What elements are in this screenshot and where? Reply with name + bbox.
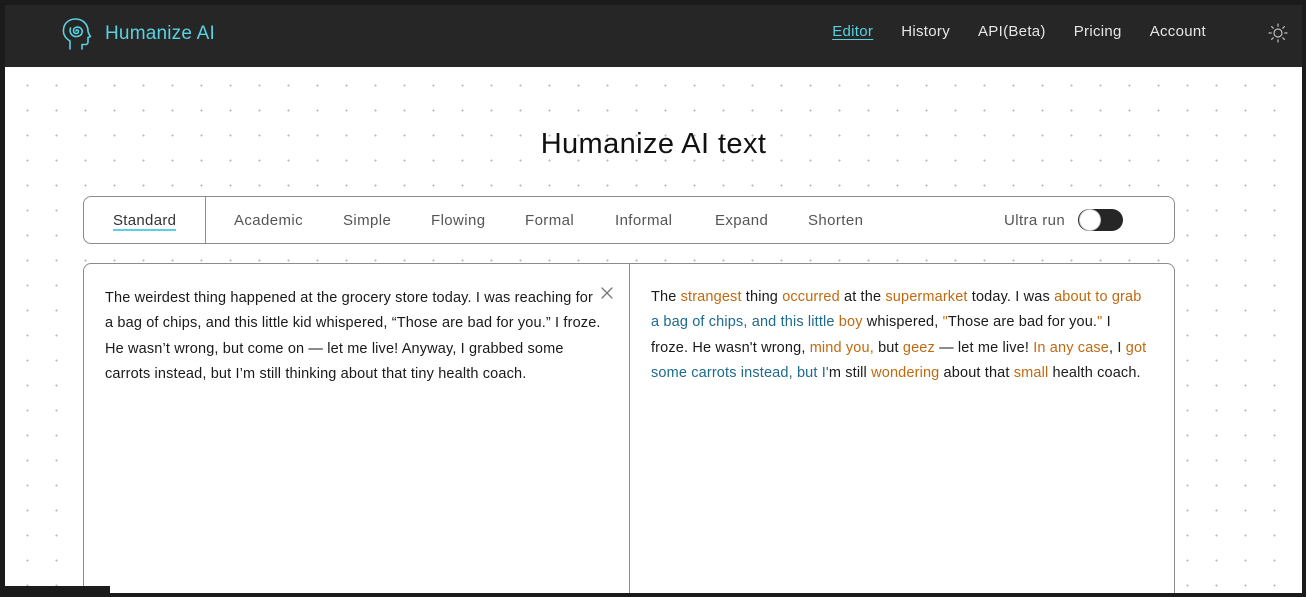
- output-segment-changed: geez: [902, 339, 935, 356]
- output-segment-plain: about that: [939, 365, 1014, 382]
- output-segment-changed: mind you,: [809, 339, 874, 356]
- output-segment-changed: boy: [838, 314, 863, 331]
- mode-tab-academic[interactable]: Academic: [234, 212, 303, 229]
- brand-name: Humanize AI: [105, 23, 215, 44]
- mode-tab-formal[interactable]: Formal: [525, 212, 574, 229]
- main-nav: Editor History API(Beta) Pricing Account: [832, 23, 1206, 40]
- mode-tab-expand[interactable]: Expand: [715, 212, 768, 229]
- output-segment-changed: strangest: [680, 289, 742, 305]
- output-segment-changed: In any case: [1033, 339, 1110, 356]
- output-segment-changed: small: [1013, 365, 1049, 382]
- output-segment-moved: a bag of chips, and this little: [651, 314, 839, 331]
- output-segment-changed: got: [1125, 339, 1147, 356]
- nav-editor[interactable]: Editor: [832, 23, 873, 40]
- nav-account[interactable]: Account: [1150, 23, 1206, 40]
- nav-history[interactable]: History: [901, 23, 950, 40]
- output-segment-plain: whispered,: [862, 314, 943, 331]
- output-text-area[interactable]: The strangest thing occurred at the supe…: [651, 285, 1151, 387]
- output-segment-plain: Those are bad for you.: [947, 314, 1098, 331]
- pane-divider: [629, 264, 630, 593]
- mode-tab-simple[interactable]: Simple: [343, 212, 391, 229]
- editor-panel: The weirdest thing happened at the groce…: [83, 263, 1175, 593]
- ultra-run-label: Ultra run: [1004, 212, 1066, 229]
- output-segment-moved: some carrots instead, but I': [651, 365, 829, 382]
- output-segment-plain: today. I was: [967, 289, 1055, 305]
- output-segment-changed: occurred: [782, 289, 840, 305]
- output-segment-changed: wondering: [871, 365, 940, 382]
- mode-tab-informal[interactable]: Informal: [615, 212, 672, 229]
- mode-tab-standard-label[interactable]: Standard: [113, 212, 177, 231]
- output-segment-plain: — let me live!: [934, 339, 1034, 356]
- input-text-area[interactable]: The weirdest thing happened at the groce…: [105, 286, 602, 388]
- bottom-edge-bar: [5, 586, 110, 593]
- output-segment-changed: supermarket: [885, 289, 968, 305]
- top-navigation-bar: Humanize AI Editor History API(Beta) Pri…: [5, 5, 1302, 67]
- mode-tab-standard[interactable]: Standard: [84, 197, 206, 243]
- close-icon[interactable]: [600, 286, 614, 300]
- nav-pricing[interactable]: Pricing: [1074, 23, 1122, 40]
- head-spiral-icon: [62, 18, 92, 50]
- output-segment-plain: The: [651, 289, 681, 305]
- output-segment-plain: at the: [839, 289, 886, 305]
- page-title: Humanize AI text: [540, 128, 767, 160]
- nav-api-beta[interactable]: API(Beta): [978, 23, 1046, 40]
- output-segment-plain: thing: [741, 289, 783, 305]
- app-window: Humanize AI Editor History API(Beta) Pri…: [5, 5, 1302, 593]
- brand[interactable]: Humanize AI: [61, 16, 215, 52]
- output-segment-changed: about to grab: [1054, 289, 1142, 305]
- ultra-run-toggle[interactable]: [1078, 209, 1123, 231]
- mode-tab-shorten[interactable]: Shorten: [808, 212, 863, 229]
- mode-selector: Standard Academic Simple Flowing Formal …: [83, 196, 1175, 244]
- main-content: Humanize AI text Standard Academic Simpl…: [5, 67, 1302, 593]
- sun-icon[interactable]: [1268, 23, 1288, 43]
- output-segment-plain: , I: [1109, 339, 1126, 356]
- mode-tab-flowing[interactable]: Flowing: [431, 212, 486, 229]
- output-segment-plain: health coach.: [1048, 365, 1141, 382]
- output-segment-plain: m still: [828, 365, 872, 382]
- output-segment-plain: but: [873, 339, 903, 356]
- toggle-knob: [1080, 210, 1100, 230]
